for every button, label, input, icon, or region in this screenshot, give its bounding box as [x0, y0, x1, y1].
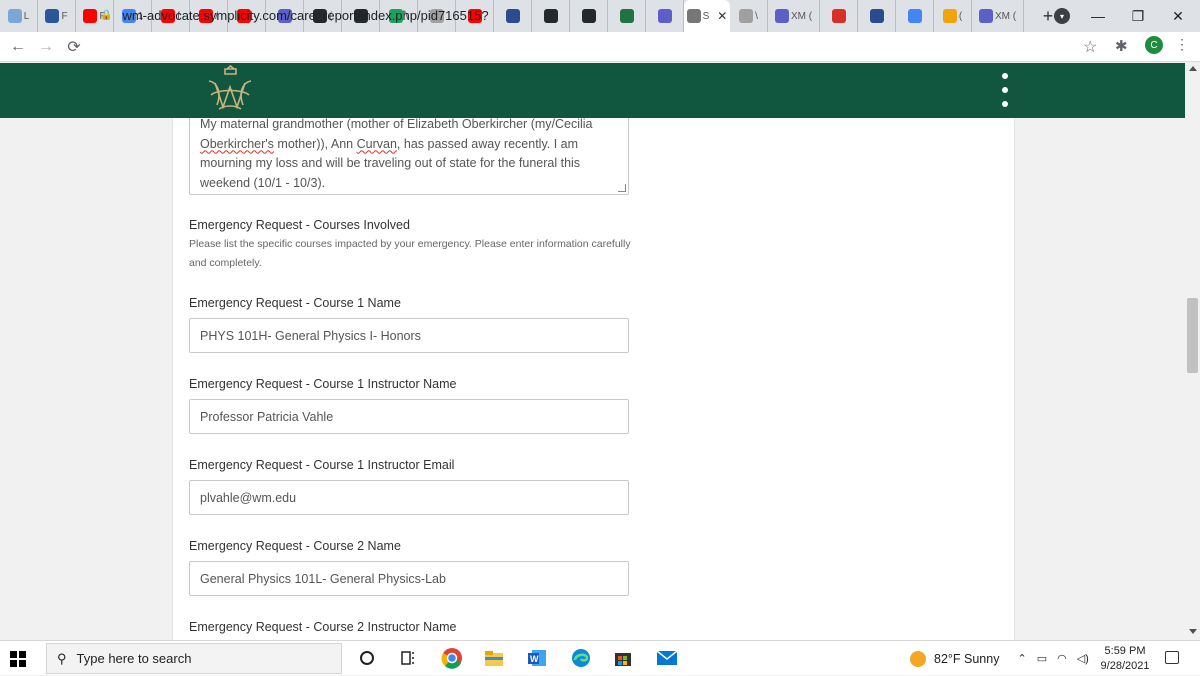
- sun-weather-icon: [910, 650, 926, 667]
- course-1-instructor-name-input[interactable]: [189, 399, 629, 434]
- wm-cypher-logo[interactable]: [203, 65, 258, 115]
- course-1-name-label: Emergency Request - Course 1 Name: [189, 296, 401, 310]
- emergency-description-textarea[interactable]: My maternal grandmother (mother of Eliza…: [189, 118, 629, 195]
- back-icon[interactable]: ←: [6, 35, 30, 59]
- clock-date: 9/28/2021: [1100, 660, 1150, 672]
- taskbar-clock[interactable]: 5:59 PM 9/28/2021: [1100, 644, 1150, 674]
- browser-menu-icon[interactable]: ⋮: [1175, 36, 1189, 53]
- search-icon: ⚲: [57, 650, 67, 666]
- address-bar[interactable]: 🔒 wm-advocate.symplicity.com/care_report…: [100, 3, 1075, 27]
- windows-taskbar: ⚲ Type here to search W 82°F Sunny ⌃ ▭ ◠…: [0, 640, 1200, 675]
- wifi-icon[interactable]: ◠: [1057, 652, 1067, 665]
- site-header: [0, 63, 1185, 118]
- course-1-instructor-name-label: Emergency Request - Course 1 Instructor …: [189, 377, 457, 391]
- page-viewport: My maternal grandmother (mother of Eliza…: [0, 118, 1185, 640]
- scroll-up-arrow-icon[interactable]: [1189, 66, 1197, 71]
- browser-toolbar: ← → ⟳: [0, 32, 1200, 62]
- clock-time: 5:59 PM: [1104, 645, 1146, 657]
- close-window-button[interactable]: ✕: [1155, 0, 1200, 32]
- more-options-icon[interactable]: [995, 73, 1015, 107]
- taskbar-search-placeholder: Type here to search: [76, 651, 192, 666]
- system-tray: 82°F Sunny ⌃ ▭ ◠ ◁): [910, 641, 1089, 676]
- chrome-icon[interactable]: [441, 647, 463, 669]
- section-help-text: Please list the specific courses impacte…: [189, 238, 631, 269]
- course-2-name-input[interactable]: [189, 561, 629, 596]
- page-scrollbar[interactable]: [1185, 63, 1200, 640]
- youtube-icon: [83, 9, 98, 23]
- chevron-up-icon[interactable]: ⌃: [1017, 652, 1026, 665]
- edge-icon[interactable]: [570, 647, 592, 669]
- textarea-line: weekend (10/1 - 10/3).: [200, 175, 326, 190]
- tab-favicon: [45, 9, 60, 23]
- url-text: wm-advocate.symplicity.com/care_report/i…: [122, 7, 489, 23]
- resize-handle[interactable]: [618, 184, 626, 192]
- textarea-line: Oberkircher's mother)), Ann Curvan, has …: [200, 135, 618, 155]
- tab-favicon: [7, 9, 22, 23]
- course-2-name-label: Emergency Request - Course 2 Name: [189, 539, 401, 553]
- taskbar-search-box[interactable]: ⚲ Type here to search: [46, 643, 342, 674]
- file-explorer-icon[interactable]: [483, 647, 505, 669]
- battery-icon[interactable]: ▭: [1037, 652, 1047, 665]
- textarea-line: mourning my loss and will be traveling o…: [200, 156, 581, 170]
- bookmark-star-icon[interactable]: ☆: [1083, 37, 1097, 57]
- form-card: My maternal grandmother (mother of Eliza…: [172, 118, 1015, 640]
- store-icon[interactable]: [612, 647, 634, 669]
- browser-tab[interactable]: F: [38, 0, 76, 32]
- course-1-instructor-email-input[interactable]: [189, 480, 629, 515]
- extensions-puzzle-icon[interactable]: ✱: [1115, 37, 1128, 55]
- course-1-instructor-email-label: Emergency Request - Course 1 Instructor …: [189, 458, 455, 472]
- course-1-name-input[interactable]: [189, 318, 629, 353]
- reload-icon[interactable]: ⟳: [62, 35, 86, 59]
- tab-label: F: [61, 10, 68, 22]
- section-title: Emergency Request - Courses Involved: [189, 218, 410, 232]
- scroll-thumb[interactable]: [1187, 298, 1198, 373]
- misspelled-word: Oberkircher's: [200, 136, 274, 151]
- lock-icon: 🔒: [100, 9, 113, 21]
- scroll-down-arrow-icon[interactable]: [1189, 629, 1197, 634]
- textarea-line: My maternal grandmother (mother of Eliza…: [200, 118, 593, 131]
- misspelled-word: Curvan: [356, 136, 397, 151]
- profile-avatar[interactable]: C: [1145, 36, 1163, 54]
- forward-icon[interactable]: →: [34, 35, 58, 59]
- notification-icon[interactable]: [1165, 651, 1179, 664]
- cortana-icon[interactable]: [356, 647, 378, 669]
- mail-icon[interactable]: [656, 647, 678, 669]
- task-view-icon[interactable]: [397, 647, 419, 669]
- textarea-text: , has passed away recently. I am: [396, 136, 579, 151]
- svg-text:W: W: [530, 654, 539, 664]
- word-icon[interactable]: W: [526, 647, 548, 669]
- windows-start-icon[interactable]: [10, 651, 26, 667]
- browser-tab[interactable]: L: [0, 0, 38, 32]
- volume-icon[interactable]: ◁): [1077, 652, 1089, 665]
- tab-label: L: [23, 10, 30, 22]
- textarea-text: mother)), Ann: [273, 136, 357, 151]
- weather-text[interactable]: 82°F Sunny: [934, 652, 999, 666]
- course-2-instructor-name-label: Emergency Request - Course 2 Instructor …: [189, 620, 457, 634]
